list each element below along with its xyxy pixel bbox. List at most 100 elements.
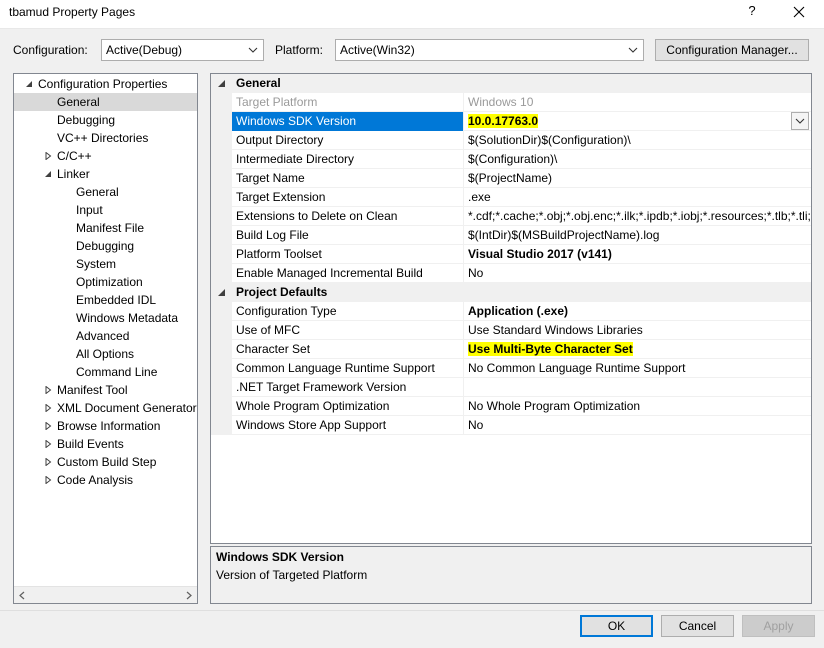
property-value[interactable]: $(Configuration)\ — [464, 150, 811, 169]
apply-button[interactable]: Apply — [742, 615, 815, 637]
tree-item-label: Optimization — [76, 275, 143, 289]
property-value[interactable]: Visual Studio 2017 (v141) — [464, 245, 811, 264]
property-row[interactable]: Character Set Use Multi-Byte Character Se… — [211, 340, 811, 359]
property-value[interactable]: 10.0.17763.0 — [464, 112, 811, 131]
tree-item[interactable]: Optimization — [14, 273, 197, 291]
property-value[interactable]: Use Standard Windows Libraries — [464, 321, 811, 340]
tree-item[interactable]: Embedded IDL — [14, 291, 197, 309]
tree-item[interactable]: General — [14, 93, 197, 111]
scroll-left-icon[interactable] — [18, 591, 26, 600]
tree-item[interactable]: Build Events — [14, 435, 197, 453]
expand-arrow-icon[interactable] — [44, 404, 52, 412]
property-value[interactable]: *.cdf;*.cache;*.obj;*.obj.enc;*.ilk;*.ip… — [464, 207, 811, 226]
expand-arrow-icon[interactable] — [44, 476, 52, 484]
property-value[interactable]: $(IntDir)$(MSBuildProjectName).log — [464, 226, 811, 245]
property-row[interactable]: Intermediate Directory $(Configuration)\ — [211, 150, 811, 169]
cancel-button[interactable]: Cancel — [661, 615, 734, 637]
configuration-combo[interactable]: Active(Debug) — [101, 39, 264, 61]
value-dropdown-button[interactable] — [791, 112, 809, 130]
tree-item[interactable]: Configuration Properties — [14, 75, 197, 93]
category-project-defaults[interactable]: Project Defaults — [211, 283, 811, 302]
horizontal-scrollbar[interactable] — [14, 586, 197, 603]
property-value[interactable] — [464, 378, 811, 397]
property-value[interactable]: Use Multi-Byte Character Set — [464, 340, 811, 359]
row-gutter — [211, 150, 232, 169]
property-name: Configuration Type — [232, 302, 464, 321]
property-row[interactable]: Target Name $(ProjectName) — [211, 169, 811, 188]
property-value[interactable]: No — [464, 416, 811, 435]
property-row[interactable]: .NET Target Framework Version — [211, 378, 811, 397]
property-value[interactable]: Application (.exe) — [464, 302, 811, 321]
help-button[interactable]: ? — [742, 3, 762, 23]
tree-item[interactable]: C/C++ — [14, 147, 197, 165]
expand-arrow-icon[interactable] — [44, 458, 52, 466]
tree-item[interactable]: System — [14, 255, 197, 273]
expanded-arrow-icon[interactable] — [44, 170, 52, 178]
tree-item[interactable]: VC++ Directories — [14, 129, 197, 147]
property-name: Platform Toolset — [232, 245, 464, 264]
tree-item[interactable]: Custom Build Step — [14, 453, 197, 471]
category-general[interactable]: General — [211, 74, 811, 93]
collapse-arrow-icon[interactable] — [217, 80, 226, 88]
tree-item-label: Input — [76, 203, 103, 217]
tree-item[interactable]: XML Document Generator — [14, 399, 197, 417]
property-row[interactable]: Extensions to Delete on Clean *.cdf;*.cac… — [211, 207, 811, 226]
configuration-value: Active(Debug) — [106, 43, 183, 57]
property-value[interactable]: No — [464, 264, 811, 283]
platform-value: Active(Win32) — [340, 43, 415, 57]
tree-item[interactable]: Advanced — [14, 327, 197, 345]
tree-item[interactable]: Command Line — [14, 363, 197, 381]
expand-arrow-icon[interactable] — [44, 422, 52, 430]
property-value-text: Use Standard Windows Libraries — [468, 323, 643, 337]
chevron-down-icon — [795, 118, 805, 124]
expand-arrow-icon[interactable] — [44, 152, 52, 160]
configuration-manager-button[interactable]: Configuration Manager... — [655, 39, 809, 61]
tree-item[interactable]: Manifest Tool — [14, 381, 197, 399]
property-row[interactable]: Use of MFC Use Standard Windows Libraries — [211, 321, 811, 340]
tree-item[interactable]: Input — [14, 201, 197, 219]
expand-arrow-icon[interactable] — [44, 440, 52, 448]
tree-item-label: All Options — [76, 347, 135, 361]
property-row[interactable]: Target Platform Windows 10 — [211, 93, 811, 112]
property-row[interactable]: Whole Program Optimization No Whole Progr… — [211, 397, 811, 416]
tree-item[interactable]: Debugging — [14, 111, 197, 129]
description-text: Version of Targeted Platform — [216, 568, 368, 582]
collapse-arrow-icon[interactable] — [217, 289, 226, 297]
tree-item[interactable]: All Options — [14, 345, 197, 363]
expanded-arrow-icon[interactable] — [25, 80, 33, 88]
property-value[interactable]: Windows 10 — [464, 93, 811, 112]
property-row[interactable]: Windows Store App Support No — [211, 416, 811, 435]
expand-arrow-icon[interactable] — [44, 386, 52, 394]
property-name: Extensions to Delete on Clean — [232, 207, 464, 226]
row-gutter — [211, 188, 232, 207]
property-value-text: $(Configuration)\ — [468, 152, 558, 166]
scroll-right-icon[interactable] — [185, 591, 193, 600]
tree-item[interactable]: Manifest File — [14, 219, 197, 237]
tree-item-label: Configuration Properties — [38, 77, 168, 91]
row-gutter — [211, 226, 232, 245]
property-value[interactable]: No Whole Program Optimization — [464, 397, 811, 416]
property-row[interactable]: Common Language Runtime Support No Common… — [211, 359, 811, 378]
property-value[interactable]: No Common Language Runtime Support — [464, 359, 811, 378]
close-button[interactable] — [785, 1, 813, 23]
tree-item[interactable]: Debugging — [14, 237, 197, 255]
property-row[interactable]: Platform Toolset Visual Studio 2017 (v141… — [211, 245, 811, 264]
tree-item[interactable]: Browse Information — [14, 417, 197, 435]
ok-button[interactable]: OK — [580, 615, 653, 637]
property-value[interactable]: $(SolutionDir)$(Configuration)\ — [464, 131, 811, 150]
platform-combo[interactable]: Active(Win32) — [335, 39, 644, 61]
property-row[interactable]: Configuration Type Application (.exe) — [211, 302, 811, 321]
property-row[interactable]: Target Extension .exe — [211, 188, 811, 207]
tree-item-label: XML Document Generator — [57, 401, 197, 415]
tree-item[interactable]: General — [14, 183, 197, 201]
property-value[interactable]: .exe — [464, 188, 811, 207]
property-row[interactable]: Output Directory $(SolutionDir)$(Configur… — [211, 131, 811, 150]
tree-item[interactable]: Linker — [14, 165, 197, 183]
property-value[interactable]: $(ProjectName) — [464, 169, 811, 188]
property-row[interactable]: Enable Managed Incremental Build No — [211, 264, 811, 283]
tree-item-label: VC++ Directories — [57, 131, 149, 145]
property-row[interactable]: Windows SDK Version 10.0.17763.0 — [211, 112, 811, 131]
tree-item[interactable]: Code Analysis — [14, 471, 197, 489]
property-row[interactable]: Build Log File $(IntDir)$(MSBuildProjectN… — [211, 226, 811, 245]
tree-item[interactable]: Windows Metadata — [14, 309, 197, 327]
